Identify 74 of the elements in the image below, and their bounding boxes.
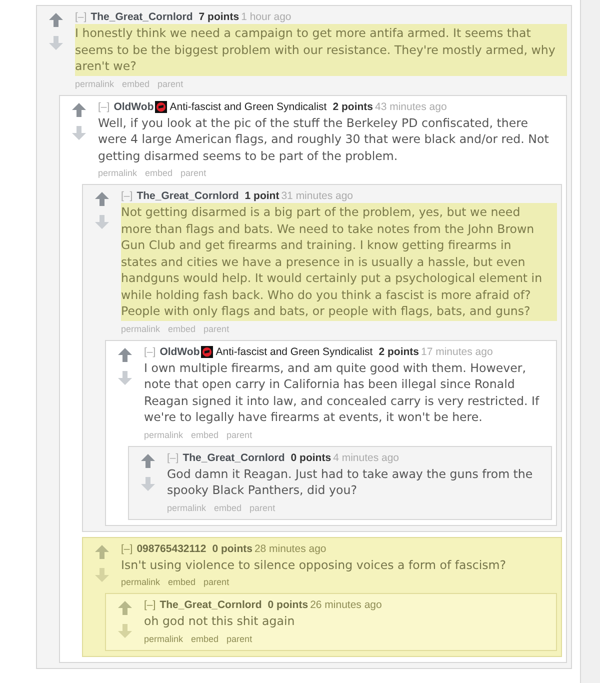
downvote-arrow-icon[interactable] xyxy=(95,568,109,582)
upvote-arrow-icon[interactable] xyxy=(95,544,109,558)
score: 2 points xyxy=(332,100,373,114)
downvote-arrow-icon[interactable] xyxy=(118,370,132,384)
comment-text: I honestly think we need a campaign to get more antifa armed. It seems that seems to be the biggest problem with our resistance. They're mostly armed, why aren't we? xyxy=(75,24,567,76)
comment-action-link[interactable]: parent xyxy=(204,576,230,588)
collapse-toggle[interactable]: [–] xyxy=(121,190,133,203)
comment-action-link[interactable]: permalink xyxy=(121,576,160,588)
score: 1 point xyxy=(244,190,280,203)
upvote-arrow-icon[interactable] xyxy=(49,13,63,27)
collapse-toggle[interactable]: [–] xyxy=(144,346,156,358)
comment-action-link[interactable]: permalink xyxy=(121,322,160,334)
downvote-arrow-icon[interactable] xyxy=(118,624,132,638)
comment-action-link[interactable]: embed xyxy=(168,322,196,334)
upvote-arrow-icon[interactable] xyxy=(118,348,132,362)
comment-text: Isn't using violence to silence opposing voices a form of fascism? xyxy=(121,556,508,574)
comment-text: Not getting disarmed is a big part of the problem, yes, but we need more than flags and bats. We need to take notes from the John Brown Gun Club and get firearms and training. I know getting firearms in states and cities we have a presence in is usually a hassle, but even handguns would help. It would certainly put a psychological element in while holding fash back. Who do you think a fascist is more afraid of? People with only flags and bats, or people with flags, bats, and guns? xyxy=(121,203,557,320)
upvote-arrow-icon[interactable] xyxy=(72,102,86,116)
comment-action-link[interactable]: permalink xyxy=(144,632,184,644)
score: 2 points xyxy=(378,346,419,358)
username-link[interactable]: The_Great_Cornlord xyxy=(160,599,262,612)
comment-action-link[interactable]: parent xyxy=(226,428,252,440)
flair-icon xyxy=(200,346,213,358)
comment-action-link[interactable]: embed xyxy=(214,502,242,514)
timestamp: 4 minutes ago xyxy=(333,452,400,464)
username-link[interactable]: OldWob xyxy=(160,346,200,358)
username-link[interactable]: 098765432112 xyxy=(136,542,206,556)
comment-text: God damn it Reagan. Just had to take away the guns from the spooky Black Panthers, did you? xyxy=(167,466,534,499)
comment-action-link[interactable]: embed xyxy=(145,167,173,179)
username-link[interactable]: The_Great_Cornlord xyxy=(136,190,239,203)
comment-action-link[interactable]: parent xyxy=(180,167,206,179)
username-link[interactable]: OldWob xyxy=(114,100,154,114)
timestamp: 1 hour ago xyxy=(241,11,292,24)
timestamp: 26 minutes ago xyxy=(310,599,382,612)
comment-action-link[interactable]: embed xyxy=(122,78,150,90)
comment-text: I own multiple firearms, and am quite good with them. However, note that open carry in California has been illegal since Ronald Reagan signed it into law, and concealed carry is very restricted. If we're to legally have firearms at events, it won't be here. xyxy=(144,360,540,426)
downvote-arrow-icon[interactable] xyxy=(72,126,86,140)
comment-action-link[interactable]: permalink xyxy=(98,167,138,179)
downvote-arrow-icon[interactable] xyxy=(49,36,63,50)
comment-text: Well, if you look at the pic of the stuff the Berkeley PD confiscated, there were 4 large American flags, and roughly 30 that were black and/or red. Not getting disarmed seems to be part of the problem. xyxy=(98,114,550,164)
comment-action-link[interactable]: parent xyxy=(204,322,230,334)
comment-action-link[interactable]: parent xyxy=(226,632,252,644)
downvote-arrow-icon[interactable] xyxy=(141,476,155,490)
comment-action-link[interactable]: permalink xyxy=(167,502,206,514)
timestamp: 28 minutes ago xyxy=(254,542,326,556)
score: 0 points xyxy=(212,542,252,556)
comment-action-link[interactable]: permalink xyxy=(75,78,114,90)
comment-action-link[interactable]: embed xyxy=(191,428,219,440)
collapse-toggle[interactable]: [–] xyxy=(121,542,133,556)
upvote-arrow-icon[interactable] xyxy=(118,601,132,615)
user-flair: Anti-fascist and Green Syndicalist xyxy=(216,346,373,358)
comment-action-link[interactable]: parent xyxy=(250,502,276,514)
score: 7 points xyxy=(198,11,240,24)
flair-icon xyxy=(154,101,167,113)
upvote-arrow-icon[interactable] xyxy=(95,192,109,206)
comment-text: oh god not this shit again xyxy=(144,613,296,630)
timestamp: 31 minutes ago xyxy=(281,190,354,203)
comment-action-link[interactable]: embed xyxy=(168,576,196,588)
comment-action-link[interactable]: permalink xyxy=(144,428,184,440)
score: 0 points xyxy=(290,452,332,464)
comment-action-link[interactable]: parent xyxy=(158,78,184,90)
collapse-toggle[interactable]: [–] xyxy=(75,11,87,24)
comment-action-link[interactable]: embed xyxy=(191,632,219,644)
collapse-toggle[interactable]: [–] xyxy=(144,599,156,612)
user-flair: Anti-fascist and Green Syndicalist xyxy=(170,100,327,114)
collapse-toggle[interactable]: [–] xyxy=(98,100,110,114)
downvote-arrow-icon[interactable] xyxy=(95,215,109,229)
username-link[interactable]: The_Great_Cornlord xyxy=(90,11,193,24)
username-link[interactable]: The_Great_Cornlord xyxy=(182,452,285,464)
collapse-toggle[interactable]: [–] xyxy=(167,452,179,464)
timestamp: 43 minutes ago xyxy=(375,100,447,114)
score: 0 points xyxy=(268,599,308,612)
upvote-arrow-icon[interactable] xyxy=(141,454,155,468)
timestamp: 17 minutes ago xyxy=(421,346,493,358)
